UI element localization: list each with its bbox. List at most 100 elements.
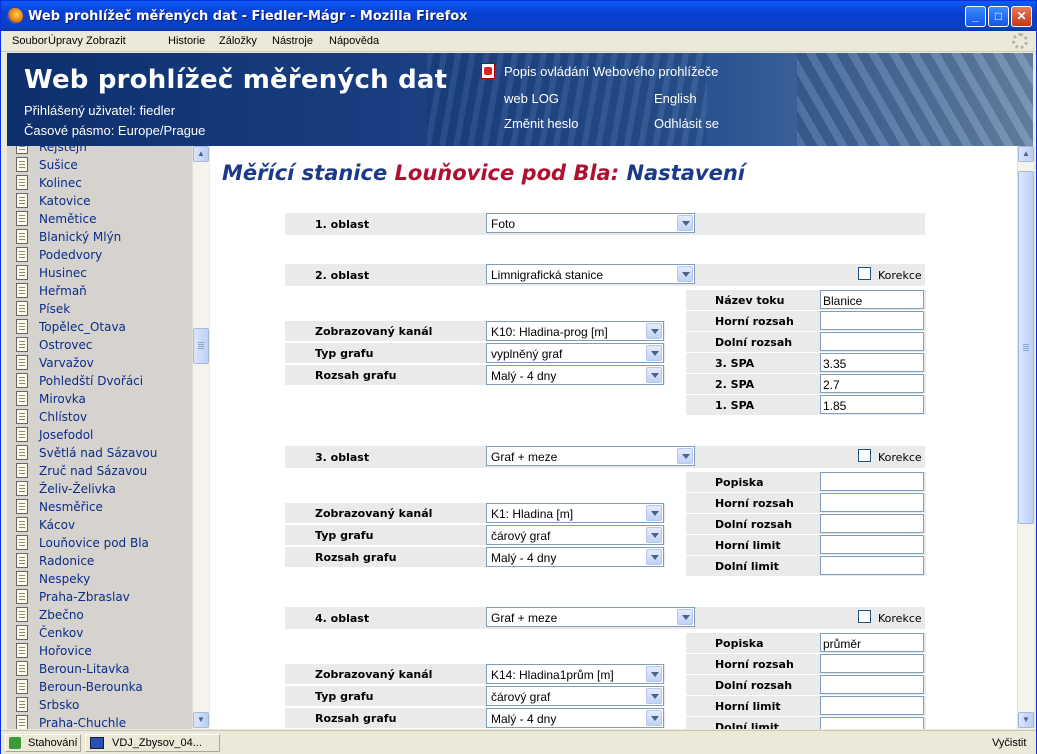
chevron-down-icon bbox=[646, 323, 662, 339]
korekce-checkbox[interactable] bbox=[858, 449, 871, 462]
sidebar-item[interactable]: Sušice bbox=[16, 156, 191, 174]
sidebar-item[interactable]: Blanický Mlýn bbox=[16, 228, 191, 246]
minimize-button[interactable]: _ bbox=[965, 6, 986, 27]
english-link[interactable]: English bbox=[654, 91, 697, 106]
sidebar-item[interactable]: Beroun-Berounka bbox=[16, 678, 191, 696]
sidebar-item[interactable]: Radonice bbox=[16, 552, 191, 570]
field-input[interactable] bbox=[820, 654, 924, 673]
sidebar-item[interactable]: Mirovka bbox=[16, 390, 191, 408]
maximize-button[interactable]: □ bbox=[988, 6, 1009, 27]
channel-label: Zobrazovaný kanál bbox=[315, 325, 433, 338]
channel-select[interactable]: K1: Hladina [m] bbox=[486, 503, 664, 523]
document-icon bbox=[16, 607, 28, 622]
type-select[interactable]: čárový graf bbox=[486, 525, 664, 545]
sidebar-item[interactable]: Světlá nad Sázavou bbox=[16, 444, 191, 462]
sidebar-item[interactable]: Husinec bbox=[16, 264, 191, 282]
sidebar-item[interactable]: Srbsko bbox=[16, 696, 191, 714]
sidebar-item[interactable]: Chlístov bbox=[16, 408, 191, 426]
sidebar-item[interactable]: Heřmaň bbox=[16, 282, 191, 300]
range-select[interactable]: Malý - 4 dny bbox=[486, 547, 664, 567]
type-select[interactable]: vyplněný graf bbox=[486, 343, 664, 363]
weblog-link[interactable]: web LOG bbox=[504, 91, 559, 106]
logout-link[interactable]: Odhlásit se bbox=[654, 116, 719, 131]
document-icon bbox=[16, 337, 28, 352]
sidebar-item[interactable]: Pohledští Dvořáci bbox=[16, 372, 191, 390]
sidebar-item[interactable]: Kolinec bbox=[16, 174, 191, 192]
menu-bookmarks[interactable]: Záložky bbox=[219, 35, 257, 47]
field-input[interactable]: průměr bbox=[820, 633, 924, 652]
field-input[interactable] bbox=[820, 514, 924, 533]
sidebar-item[interactable]: Katovice bbox=[16, 192, 191, 210]
area-3-select[interactable]: Graf + meze bbox=[486, 446, 695, 466]
field-input[interactable] bbox=[820, 717, 924, 729]
range-select[interactable]: Malý - 4 dny bbox=[486, 365, 664, 385]
area-2-select[interactable]: Limnigrafická stanice bbox=[486, 264, 695, 284]
field-input[interactable] bbox=[820, 535, 924, 554]
sidebar-item[interactable]: Praha-Chuchle bbox=[16, 714, 191, 729]
sidebar-item[interactable]: Varvažov bbox=[16, 354, 191, 372]
scroll-up-icon[interactable]: ▲ bbox=[193, 146, 209, 162]
scroll-down-icon[interactable]: ▼ bbox=[193, 712, 209, 728]
menu-history[interactable]: Historie bbox=[168, 35, 205, 47]
korekce-checkbox[interactable] bbox=[858, 610, 871, 623]
sidebar-item[interactable]: Podedvory bbox=[16, 246, 191, 264]
menu-help[interactable]: Nápověda bbox=[329, 35, 379, 47]
page-scroll-up-icon[interactable]: ▲ bbox=[1018, 146, 1034, 162]
page-scrollbar[interactable]: ▲ ▼ bbox=[1017, 146, 1034, 729]
page-scroll-thumb[interactable] bbox=[1018, 171, 1034, 524]
area-1-select[interactable]: Foto bbox=[486, 213, 695, 233]
field-input[interactable] bbox=[820, 493, 924, 512]
header-photo-right bbox=[797, 53, 1033, 146]
sidebar-item[interactable]: Želiv-Želivka bbox=[16, 480, 191, 498]
area-4-select[interactable]: Graf + meze bbox=[486, 607, 695, 627]
sidebar-item[interactable]: Topělec_Otava bbox=[16, 318, 191, 336]
field-input[interactable] bbox=[820, 332, 924, 351]
sidebar-item[interactable]: Nemětice bbox=[16, 210, 191, 228]
sidebar-item[interactable]: Ostrovec bbox=[16, 336, 191, 354]
sidebar-item[interactable]: Louňovice pod Bla bbox=[16, 534, 191, 552]
downloads-button[interactable]: Stahování bbox=[5, 734, 81, 752]
sidebar-item[interactable]: Praha-Zbraslav bbox=[16, 588, 191, 606]
taskbar-item[interactable]: VDJ_Zbysov_04... bbox=[85, 734, 220, 752]
field-input[interactable]: 2.7 bbox=[820, 374, 924, 393]
channel-select[interactable]: K10: Hladina-prog [m] bbox=[486, 321, 664, 341]
field-label: 2. SPA bbox=[715, 378, 755, 391]
type-select[interactable]: čárový graf bbox=[486, 686, 664, 706]
sidebar-item[interactable]: Písek bbox=[16, 300, 191, 318]
clear-button[interactable]: Vyčistit bbox=[986, 734, 1034, 752]
sidebar-item[interactable]: Zruč nad Sázavou bbox=[16, 462, 191, 480]
sidebar-item[interactable]: Nesměřice bbox=[16, 498, 191, 516]
field-input[interactable] bbox=[820, 696, 924, 715]
sidebar-item[interactable]: Nespeky bbox=[16, 570, 191, 588]
help-link[interactable]: Popis ovládání Webového prohlížeče bbox=[504, 64, 718, 79]
field-input[interactable] bbox=[820, 556, 924, 575]
menu-view[interactable]: Zobrazit bbox=[86, 35, 126, 47]
menu-tools[interactable]: Nástroje bbox=[272, 35, 313, 47]
sidebar-item[interactable]: Josefodol bbox=[16, 426, 191, 444]
sidebar-item[interactable]: Hořovice bbox=[16, 642, 191, 660]
field-input[interactable]: 1.85 bbox=[820, 395, 924, 414]
korekce-checkbox[interactable] bbox=[858, 267, 871, 280]
sidebar-item[interactable]: Kácov bbox=[16, 516, 191, 534]
pdf-icon[interactable] bbox=[481, 63, 495, 79]
sidebar-item[interactable]: Čenkov bbox=[16, 624, 191, 642]
menu-edit[interactable]: Úpravy bbox=[48, 35, 83, 47]
field-input[interactable]: 3.35 bbox=[820, 353, 924, 372]
field-input[interactable] bbox=[820, 675, 924, 694]
title-bar[interactable]: Web prohlížeč měřených dat - Fiedler-Mág… bbox=[1, 1, 1036, 31]
change-password-link[interactable]: Změnit heslo bbox=[504, 116, 578, 131]
sidebar-item[interactable]: Beroun-Litavka bbox=[16, 660, 191, 678]
sidebar-item[interactable]: Zbečno bbox=[16, 606, 191, 624]
menu-file[interactable]: Soubor bbox=[12, 35, 47, 47]
field-input[interactable] bbox=[820, 472, 924, 491]
sidebar-scroll-thumb[interactable] bbox=[193, 328, 209, 364]
range-value: Malý - 4 dny bbox=[491, 551, 557, 565]
channel-select[interactable]: K14: Hladina1prům [m] bbox=[486, 664, 664, 684]
field-input[interactable]: Blanice bbox=[820, 290, 924, 309]
field-input[interactable] bbox=[820, 311, 924, 330]
range-select[interactable]: Malý - 4 dny bbox=[486, 708, 664, 728]
page-scroll-down-icon[interactable]: ▼ bbox=[1018, 712, 1034, 728]
close-button[interactable]: ✕ bbox=[1011, 6, 1032, 27]
sidebar-item[interactable]: Rejstějn bbox=[16, 146, 191, 156]
sidebar-scrollbar[interactable]: ▲ ▼ bbox=[192, 146, 209, 729]
